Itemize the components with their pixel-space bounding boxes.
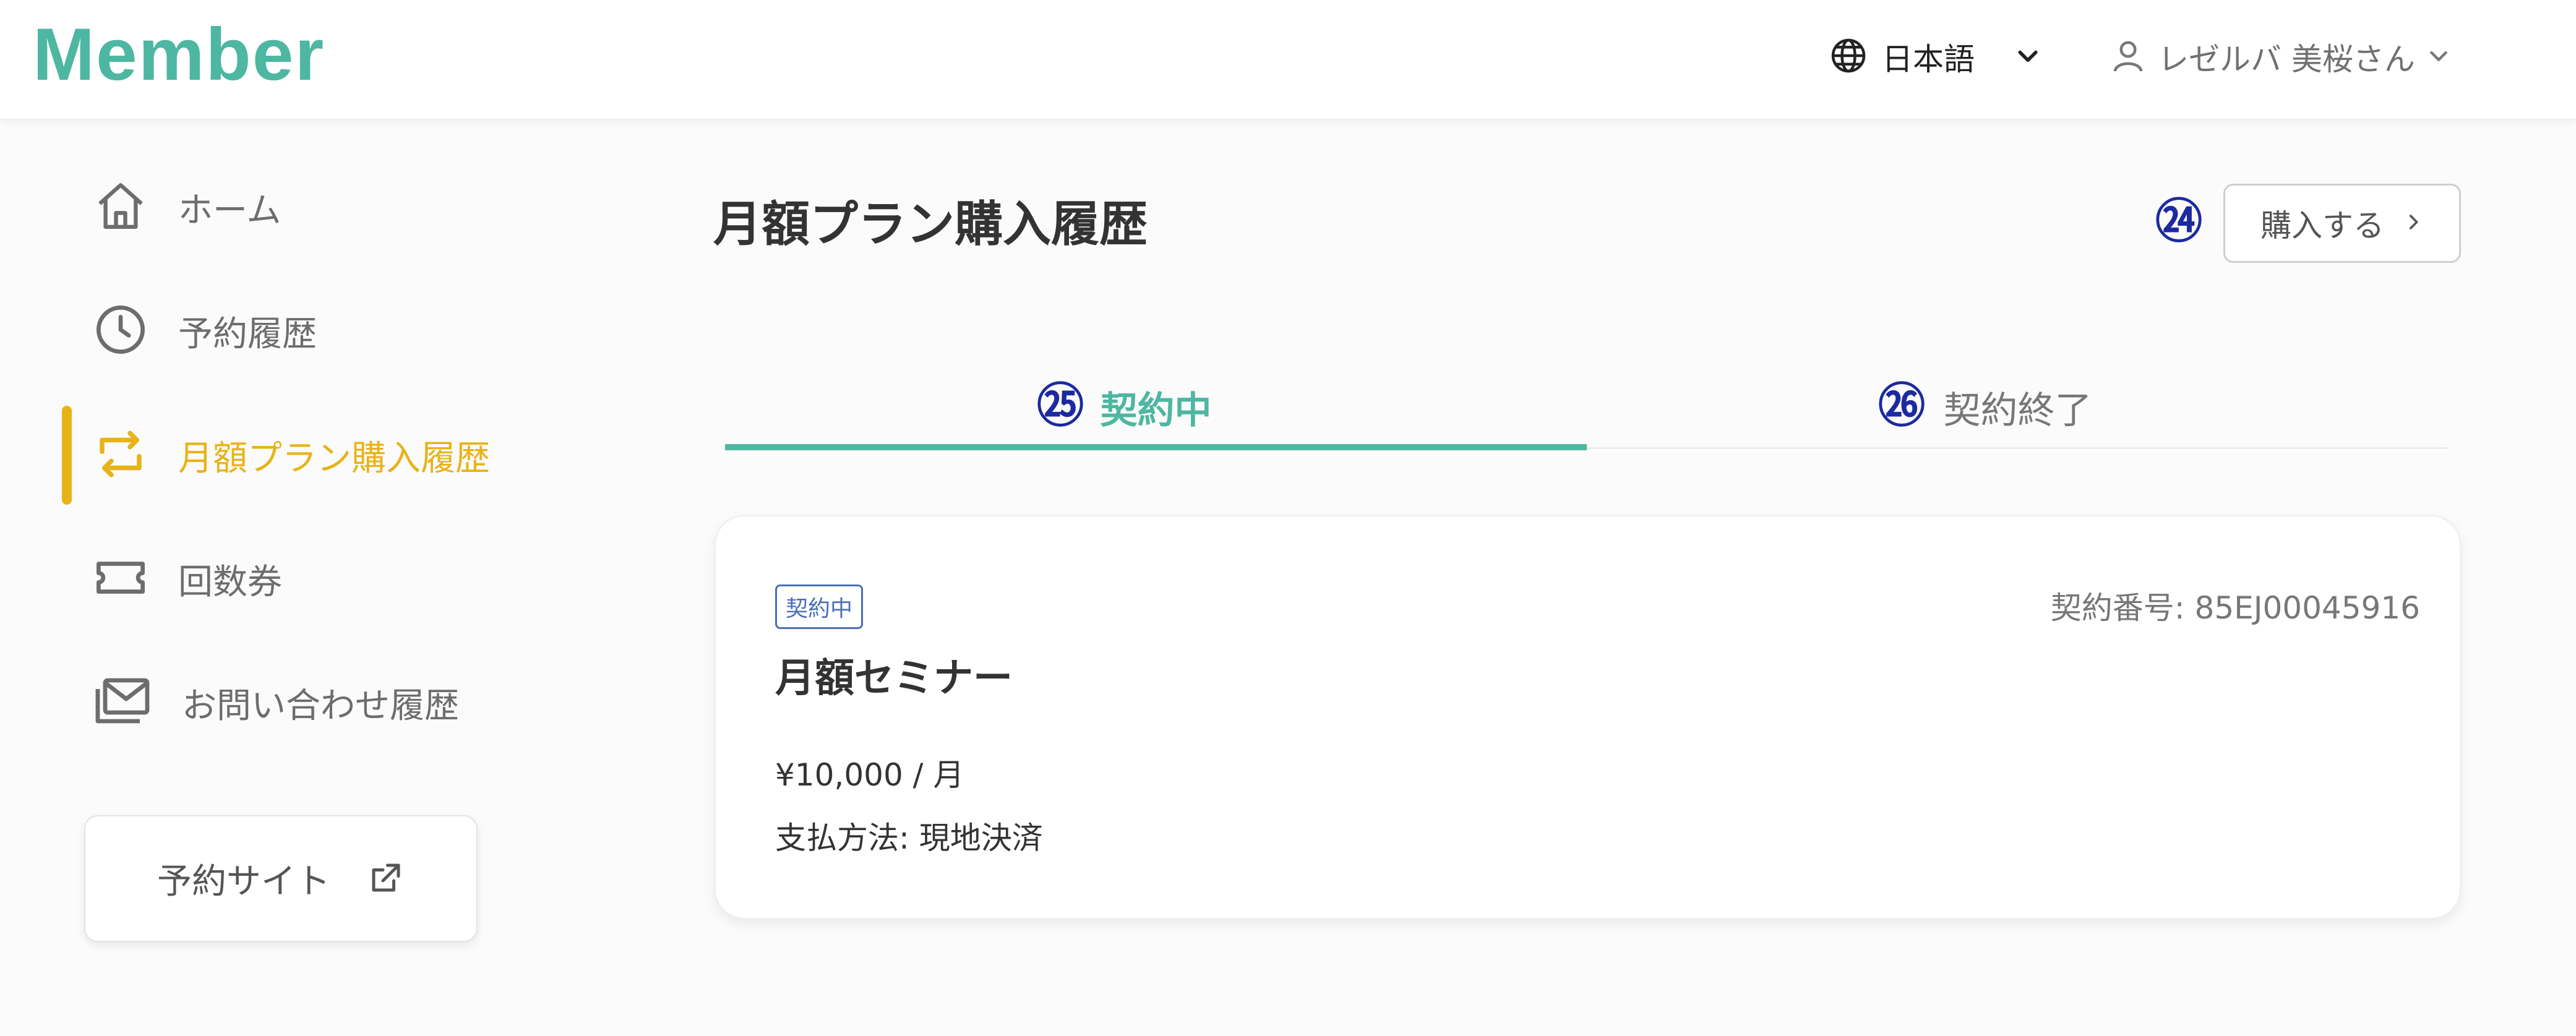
language-label: 日本語: [1882, 41, 1975, 77]
tab-label: 契約終了: [1943, 388, 2092, 432]
payment-method: 支払方法: 現地決済: [775, 820, 1043, 856]
sidebar-item-label: 回数券: [178, 562, 282, 602]
sidebar-item-label: お問い合わせ履歴: [182, 685, 459, 726]
user-name: レゼルバ 美桜さん: [2158, 41, 2415, 77]
ticket-icon: [93, 550, 148, 608]
sidebar-item-label: 予約履歴: [178, 314, 317, 354]
user-icon: [2110, 36, 2147, 77]
mail-icon: [93, 672, 152, 734]
active-indicator: [62, 406, 72, 505]
home-icon: [93, 178, 148, 236]
status-badge-label: 契約中: [786, 596, 853, 622]
sidebar-item-monthly-plan[interactable]: 月額プラン購入履歴: [93, 421, 490, 489]
annotation-marker: ㉕: [1037, 378, 1084, 433]
tab-label: 契約中: [1100, 388, 1212, 432]
user-menu[interactable]: レゼルバ 美桜さん: [2110, 32, 2451, 82]
sidebar-item-reservations[interactable]: 予約履歴: [93, 297, 317, 365]
plan-price: ¥10,000 / 月: [775, 757, 964, 793]
contract-tabs: 契約中 契約終了: [725, 365, 2449, 450]
chevron-down-icon: [2426, 43, 2451, 71]
clock-icon: [93, 302, 148, 360]
contract-number: 契約番号: 85EJ00045916: [2050, 590, 2420, 626]
repeat-icon: [93, 426, 148, 484]
sidebar-item-label: 月額プラン購入履歴: [178, 438, 490, 479]
reservation-site-label: 予約サイト: [157, 862, 330, 902]
logo[interactable]: Member: [33, 11, 325, 98]
app-header: Member 日本語 レゼルバ 美桜さん: [0, 0, 2576, 119]
plan-title: 月額セミナー: [775, 656, 1013, 701]
contract-card[interactable]: 契約中 契約番号: 85EJ00045916 月額セミナー ¥10,000 / …: [715, 515, 2461, 919]
globe-icon: [1830, 37, 1867, 77]
chevron-down-icon: [2014, 42, 2041, 72]
external-link-icon: [367, 859, 405, 899]
chevron-right-icon: [2403, 212, 2424, 235]
sidebar-item-label: ホーム: [178, 190, 281, 231]
tab-active-contracts[interactable]: 契約中: [725, 365, 1587, 449]
sidebar-item-home[interactable]: ホーム: [93, 173, 281, 241]
tab-ended-contracts[interactable]: 契約終了: [1587, 365, 2449, 449]
page-title: 月額プラン購入履歴: [713, 197, 1148, 252]
sidebar-item-tickets[interactable]: 回数券: [93, 545, 282, 613]
language-selector[interactable]: 日本語: [1830, 32, 2041, 82]
sidebar-item-inquiries[interactable]: お問い合わせ履歴: [93, 669, 459, 737]
annotation-marker: ㉖: [1878, 378, 1925, 433]
buy-button-label: 購入する: [2260, 208, 2384, 244]
reservation-site-button[interactable]: 予約サイト: [84, 815, 478, 942]
annotation-marker: ㉔: [2155, 194, 2202, 249]
buy-button[interactable]: 購入する: [2223, 184, 2461, 263]
tab-underline: [725, 444, 1587, 450]
status-badge: 契約中: [775, 584, 864, 629]
